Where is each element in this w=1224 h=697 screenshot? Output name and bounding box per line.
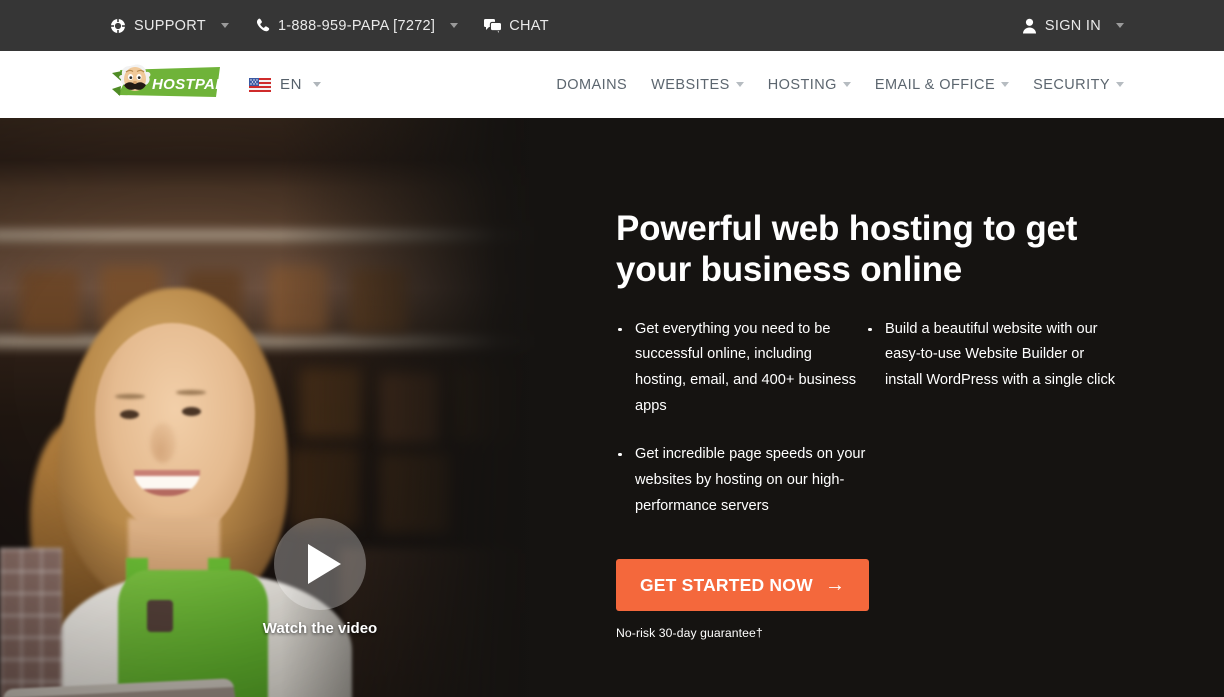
list-item: Get incredible page speeds on your websi… — [616, 442, 866, 519]
support-menu[interactable]: SUPPORT — [110, 17, 229, 34]
chevron-down-icon — [735, 82, 744, 87]
hero-benefits-column-right: Build a beautiful website with our easy-… — [866, 317, 1116, 542]
nav-item-security[interactable]: SECURITY — [1033, 77, 1124, 93]
phone-icon — [255, 18, 270, 34]
list-item: Build a beautiful website with our easy-… — [866, 317, 1116, 394]
language-label: EN — [280, 76, 303, 93]
hero-benefits-column-left: Get everything you need to be successful… — [616, 317, 866, 542]
brand-group: HOSTPAPA — [112, 59, 322, 110]
top-utility-left-group: SUPPORT 1-888-959-PAPA [7272] CHAT — [110, 17, 549, 34]
phone-menu[interactable]: 1-888-959-PAPA [7272] — [255, 17, 459, 34]
lifebuoy-icon — [110, 17, 126, 34]
chevron-down-icon — [842, 82, 851, 87]
watch-video-label: Watch the video — [262, 620, 378, 637]
nav-label: SECURITY — [1033, 76, 1110, 93]
sign-in-menu[interactable]: SIGN IN — [1022, 18, 1124, 34]
sign-in-label: SIGN IN — [1044, 17, 1101, 34]
nav-item-hosting[interactable]: HOSTING — [768, 77, 851, 93]
main-navigation: DOMAINS WEBSITES HOSTING EMAIL & OFFICE … — [556, 77, 1124, 93]
nav-label: EMAIL & OFFICE — [874, 76, 996, 93]
nav-item-websites[interactable]: WEBSITES — [651, 77, 744, 93]
hostpapa-logo[interactable]: HOSTPAPA — [112, 59, 235, 110]
page-title: Powerful web hosting to get your busines… — [616, 209, 1078, 290]
us-flag-icon — [249, 77, 271, 92]
list-item: Get everything you need to be successful… — [616, 317, 866, 420]
user-icon — [1022, 18, 1037, 34]
watch-video-button[interactable]: Watch the video — [262, 518, 378, 637]
chat-bubble-icon — [484, 18, 502, 33]
hero-section: Watch the video Powerful web hosting to … — [0, 118, 1224, 697]
top-utility-right-group: SIGN IN — [1022, 18, 1124, 34]
nav-item-email-office[interactable]: EMAIL & OFFICE — [874, 76, 1010, 93]
chevron-down-icon — [313, 82, 322, 87]
top-utility-bar: SUPPORT 1-888-959-PAPA [7272] CHAT SIGN … — [0, 0, 1224, 51]
phone-number-label: 1-888-959-PAPA [7272] — [277, 17, 436, 34]
support-label: SUPPORT — [134, 17, 206, 34]
chevron-down-icon — [220, 23, 229, 28]
svg-text:HOSTPAPA: HOSTPAPA — [152, 76, 227, 93]
chevron-down-icon — [1001, 82, 1010, 87]
chat-label: CHAT — [509, 17, 549, 34]
nav-item-domains[interactable]: DOMAINS — [556, 77, 627, 93]
chevron-down-icon — [450, 23, 459, 28]
site-header: HOSTPAPA — [0, 51, 1224, 118]
play-triangle-icon — [308, 544, 341, 584]
arrow-right-icon: → — [825, 574, 845, 597]
get-started-button[interactable]: GET STARTED NOW → — [616, 559, 869, 612]
chevron-down-icon — [1116, 23, 1124, 28]
play-icon — [274, 518, 366, 610]
hero-benefits: Get everything you need to be successful… — [616, 317, 1136, 542]
guarantee-text: No-risk 30-day guarantee† — [616, 626, 763, 641]
get-started-label: GET STARTED NOW — [640, 574, 813, 595]
nav-label: WEBSITES — [651, 76, 730, 93]
language-selector[interactable]: EN — [249, 76, 322, 93]
hero-content: Powerful web hosting to get your busines… — [616, 208, 1136, 640]
chevron-down-icon — [1116, 82, 1124, 87]
chat-button[interactable]: CHAT — [484, 18, 549, 34]
nav-label: DOMAINS — [556, 76, 628, 93]
nav-label: HOSTING — [767, 76, 837, 93]
